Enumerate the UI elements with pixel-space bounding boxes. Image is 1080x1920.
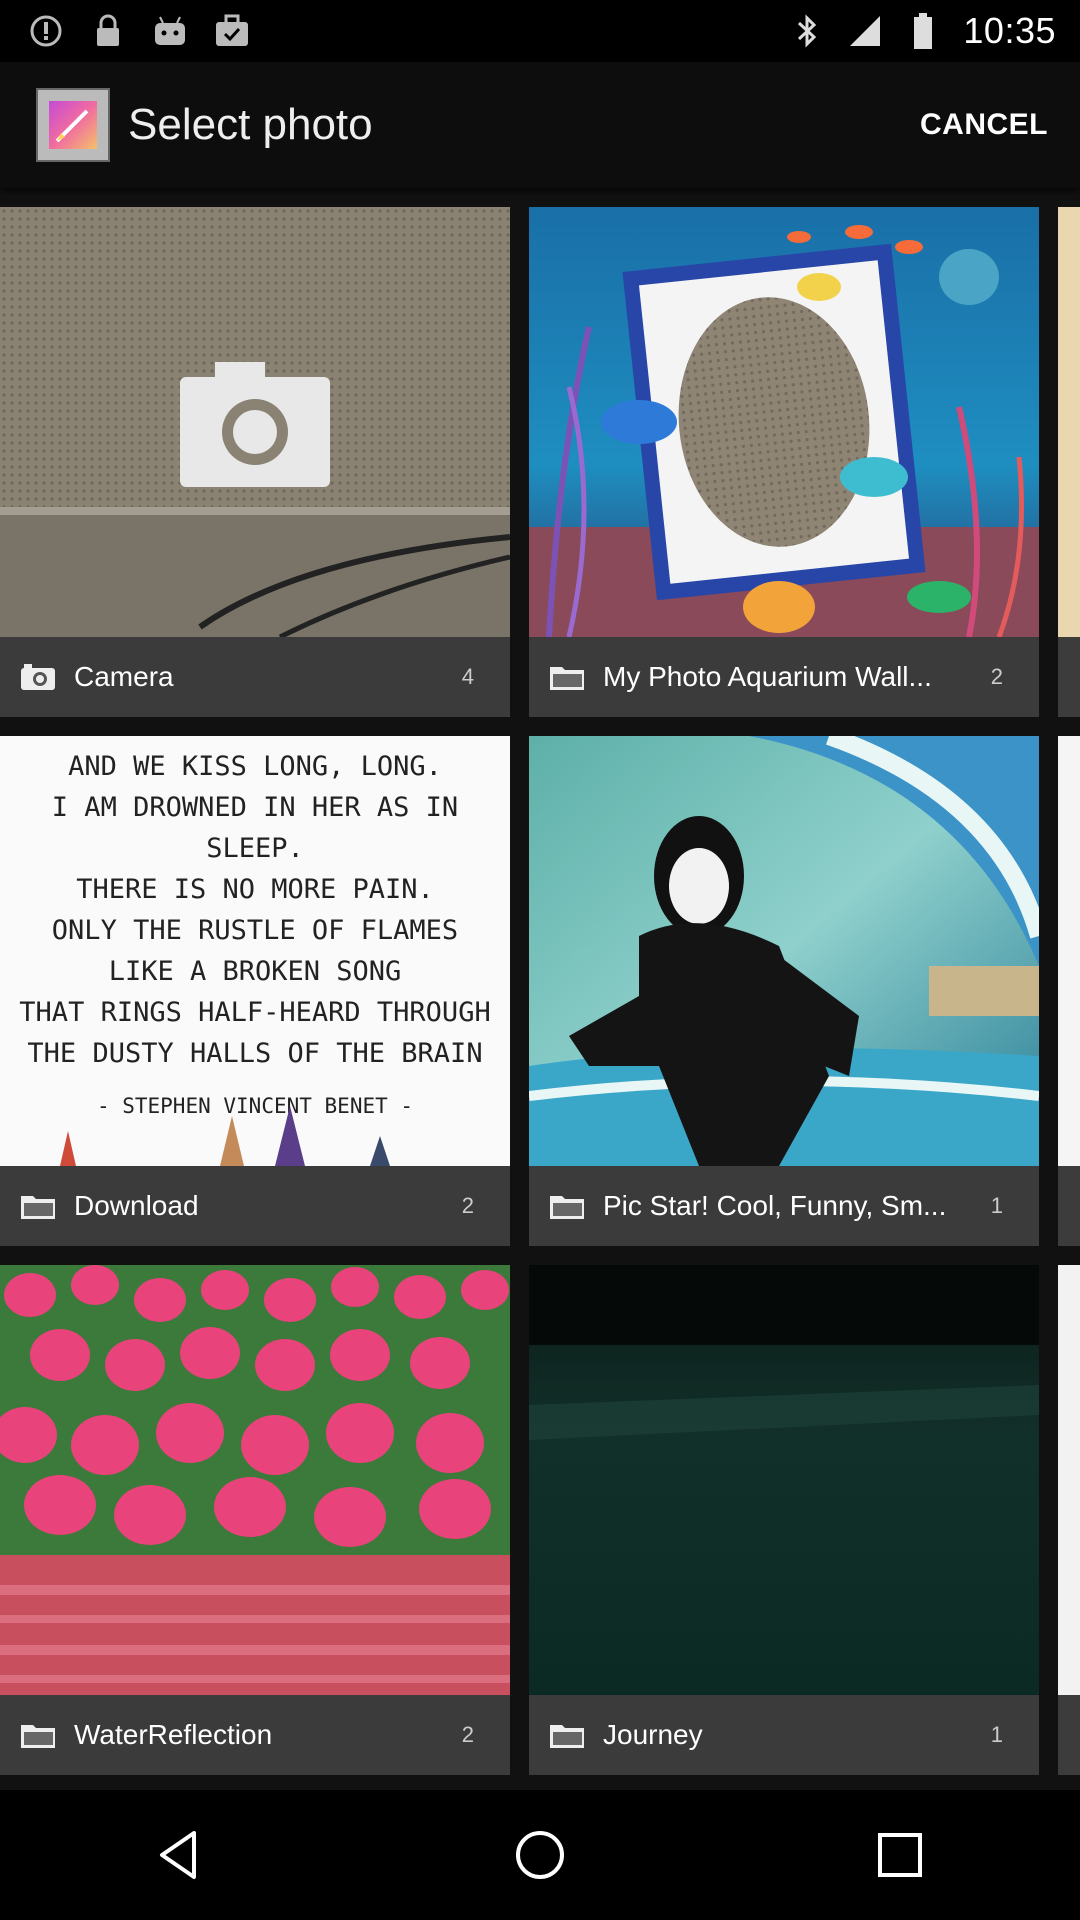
signal-icon [847, 13, 883, 49]
folder-icon [549, 1720, 585, 1750]
lock-icon [90, 13, 126, 49]
bag-check-icon [214, 13, 250, 49]
album-count: 2 [461, 1722, 474, 1747]
album-tile-camera[interactable]: Camera 4 [0, 207, 510, 717]
bluetooth-icon [789, 13, 825, 49]
page-title: Select photo [128, 100, 373, 149]
album-thumbnail [529, 736, 1039, 1166]
album-caption: My Photo Aquarium Wall... 2 [529, 637, 1039, 717]
album-tile-journey[interactable]: Journey 1 [529, 1265, 1039, 1775]
alert-icon [28, 13, 64, 49]
album-thumbnail [529, 1265, 1039, 1695]
back-icon[interactable] [140, 1815, 220, 1895]
album-caption: WaterReflection 2 [0, 1695, 510, 1775]
album-count: 1 [990, 1722, 1003, 1747]
cancel-button[interactable]: CANCEL [910, 98, 1058, 152]
status-bar: 10:35 [0, 0, 1080, 62]
album-caption: Download 2 [0, 1166, 510, 1246]
status-time: 10:35 [963, 10, 1056, 51]
album-label: Download [74, 1190, 199, 1221]
album-caption: Pic Star! Cool, Funny, Sm... 1 [529, 1166, 1039, 1246]
album-tile-partial[interactable] [1058, 736, 1080, 1246]
folder-icon [20, 1720, 56, 1750]
album-count: 1 [990, 1193, 1003, 1218]
album-thumbnail: AND WE KISS LONG, LONG. I AM DROWNED IN … [0, 736, 510, 1166]
album-tile-aquarium[interactable]: My Photo Aquarium Wall... 2 [529, 207, 1039, 717]
folder-icon [20, 1191, 56, 1221]
navigation-bar [0, 1790, 1080, 1920]
album-label: My Photo Aquarium Wall... [603, 661, 932, 692]
android-icon [152, 13, 188, 49]
album-label: Camera [74, 661, 174, 692]
recents-icon[interactable] [860, 1815, 940, 1895]
album-caption: Journey 1 [529, 1695, 1039, 1775]
album-count: 2 [461, 1193, 474, 1218]
album-tile-download[interactable]: AND WE KISS LONG, LONG. I AM DROWNED IN … [0, 736, 510, 1246]
album-count: 2 [990, 664, 1003, 689]
album-thumbnail [0, 207, 510, 637]
album-caption: Camera 4 [0, 637, 510, 717]
album-tile-picstar[interactable]: Pic Star! Cool, Funny, Sm... 1 [529, 736, 1039, 1246]
app-bar: Select photo CANCEL [0, 62, 1080, 188]
album-thumbnail [529, 207, 1039, 637]
album-count: 4 [461, 664, 474, 689]
album-thumbnail [0, 1265, 510, 1695]
battery-icon [905, 13, 941, 49]
album-tile-partial[interactable] [1058, 1265, 1080, 1775]
album-label: WaterReflection [74, 1719, 273, 1750]
album-grid: Camera 4 My Photo Aquarium Wall... 2 AND… [0, 207, 1080, 1787]
home-icon[interactable] [500, 1815, 580, 1895]
folder-icon [549, 1191, 585, 1221]
photo-editor-icon [36, 88, 110, 162]
album-tile-waterreflection[interactable]: WaterReflection 2 [0, 1265, 510, 1775]
album-label: Journey [603, 1719, 703, 1750]
folder-icon [549, 662, 585, 692]
album-tile-partial[interactable] [1058, 207, 1080, 717]
album-label: Pic Star! Cool, Funny, Sm... [603, 1190, 947, 1221]
camera-icon [20, 662, 56, 692]
